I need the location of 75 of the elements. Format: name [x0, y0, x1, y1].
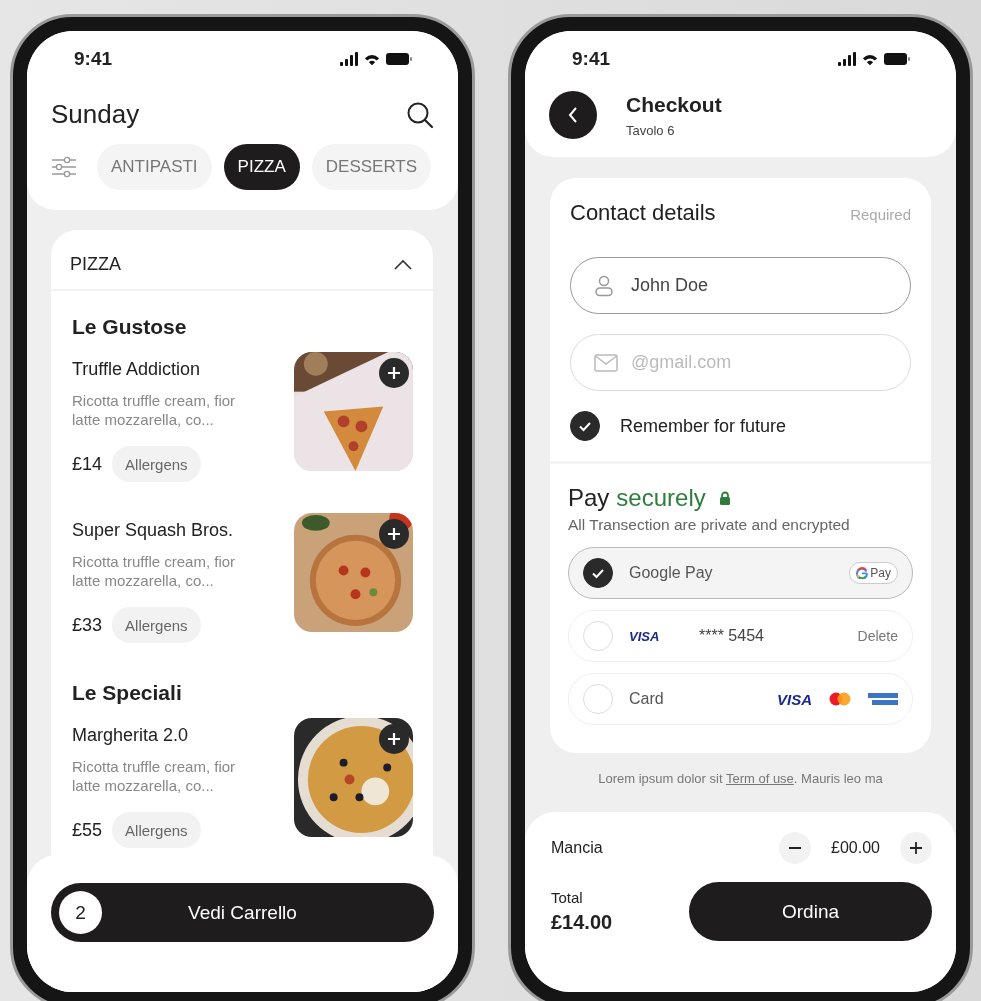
payment-option[interactable]: Google Pay Pay: [568, 547, 913, 599]
screen-title: Checkout: [626, 92, 722, 117]
battery-icon: [884, 53, 910, 65]
secure-label: securely: [616, 484, 706, 512]
lock-icon: [718, 491, 731, 505]
cart-button[interactable]: 2 Vedi Carrello: [51, 883, 434, 942]
day-title: Sunday: [51, 99, 140, 130]
chevron-icon[interactable]: [393, 258, 413, 271]
cart-count: 2: [59, 891, 102, 934]
mastercard-icon: [828, 692, 852, 706]
category-tab[interactable]: ANTIPASTI: [97, 144, 212, 190]
gpay-text: Pay: [870, 566, 891, 580]
minus-button[interactable]: [779, 832, 812, 864]
group-title: Le Gustose: [72, 315, 188, 339]
back-icon: [567, 106, 579, 124]
name-field[interactable]: John Doe: [570, 257, 911, 314]
filter-icon[interactable]: [51, 156, 77, 178]
order-button[interactable]: Ordina: [689, 882, 932, 941]
status-time: 9:41: [572, 48, 611, 70]
allergens-button[interactable]: Allergens: [112, 607, 201, 643]
signal-icon: [838, 51, 856, 67]
visa-logo: VISA: [629, 628, 661, 644]
allergens-button[interactable]: Allergens: [112, 446, 201, 482]
checkbox[interactable]: [570, 411, 600, 441]
search-icon[interactable]: [406, 100, 434, 129]
radio-button[interactable]: [583, 558, 613, 588]
total-label: Total: [551, 889, 584, 906]
person-icon: [594, 274, 614, 297]
tip-label: Mancia: [551, 839, 603, 857]
visa-logo: VISA: [777, 690, 812, 708]
tip-amount: £00.00: [831, 839, 880, 857]
plus-icon: [387, 732, 401, 746]
plus-icon: [909, 841, 923, 855]
category-tab[interactable]: DESSERTS: [311, 144, 432, 190]
wifi-icon: [364, 52, 380, 66]
dish-description: Ricotta truffle cream, fior latte mozzarella, co...: [72, 757, 237, 795]
g-logo-icon: [856, 567, 869, 579]
plus-icon: [387, 527, 401, 541]
payment-note: All Transection are private and encrypted: [568, 516, 851, 534]
dish-price: £14: [72, 453, 103, 475]
allergens-button[interactable]: Allergens: [112, 812, 201, 848]
pay-heading: Pay: [568, 484, 610, 512]
dish-name: Super Squash Bros.: [72, 520, 235, 541]
dish-description: Ricotta truffle cream, fior latte mozzarella, co...: [72, 552, 237, 590]
wifi-icon: [862, 52, 878, 66]
mail-icon: [594, 353, 618, 372]
dish-price: £33: [72, 614, 103, 636]
delete-button[interactable]: Delete: [857, 628, 898, 644]
card-number: **** 5454: [699, 627, 765, 645]
section-title: Contact details: [570, 200, 716, 226]
signal-icon: [340, 51, 358, 67]
back-button[interactable]: [549, 91, 597, 139]
dish-name: Truffle Addiction: [72, 359, 202, 380]
required-label: Required: [850, 206, 911, 223]
amex-icon: [868, 692, 898, 706]
table-label: Tavolo 6: [626, 122, 676, 138]
group-title: Le Speciali: [72, 681, 183, 705]
option-label: Card: [629, 690, 665, 708]
status-time: 9:41: [74, 48, 113, 70]
plus-button[interactable]: [900, 832, 932, 864]
terms-text: Lorem ipsum dolor sit Term of use. Mauris leo ma: [597, 771, 884, 786]
dish-name: Margherita 2.0: [72, 725, 190, 746]
option-label: Google Pay: [629, 564, 714, 582]
terms-link[interactable]: Term of use: [725, 771, 794, 786]
check-icon: [591, 567, 605, 579]
category-tab[interactable]: PIZZA: [223, 144, 300, 190]
dish-description: Ricotta truffle cream, fior latte mozzarella, co...: [72, 391, 237, 429]
email-field[interactable]: @gmail.com: [570, 334, 911, 391]
check-icon: [578, 420, 592, 432]
plus-icon: [387, 366, 401, 380]
battery-icon: [386, 53, 412, 65]
total-amount: £14.00: [551, 911, 613, 934]
dish-price: £55: [72, 819, 103, 841]
checkbox-label: Remember for future: [620, 415, 787, 437]
section-title: PIZZA: [70, 254, 121, 275]
